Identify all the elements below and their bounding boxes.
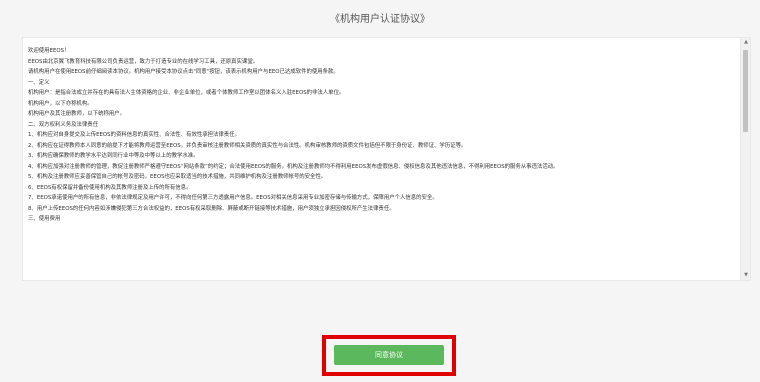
agreement-line: 欢迎使用EEOS！ <box>28 48 70 54</box>
agreement-line: 机构用户及其注册教师，以下统称用户。 <box>28 111 126 117</box>
agreement-line: 5、机构及注册教师应妥善保管自己的帐号及密码，EEOS也应采取适当的技术措施，共… <box>28 174 327 180</box>
scroll-up-arrow-icon[interactable]: ▲ <box>741 38 750 47</box>
agreement-line: 2、机构应在证得教师本人同意的前提下才能将教师运营至EEOS，并负责审核注册教师… <box>28 142 467 149</box>
page-title: 《机构用户认证协议》 <box>330 14 430 25</box>
agreement-line: 6、EEOS有权保留并备份使用机构及其教师注册及上传的所有信息。 <box>28 184 192 191</box>
agreement-line: 机构用户：是指合法成立并存在的具有法人主体资格的企业、非企业单位，或者个体教师工… <box>28 90 345 96</box>
agree-button[interactable]: 同意协议 <box>334 345 444 365</box>
agreement-line: 请机构用户在使用EEOS前仔细阅读本协议。机构用户接受本协议点击"同意"按钮，该… <box>28 69 339 75</box>
scroll-thumb[interactable] <box>743 50 748 132</box>
scroll-down-arrow-icon[interactable]: ▼ <box>741 271 750 280</box>
agreement-line: 1、机构应对自身提交及上传EEOS的资料信息的真实性、合法性、有效性承担法律责任… <box>28 132 240 138</box>
agreement-panel[interactable]: 欢迎使用EEOS！ EEOS由北京翼飞教育科技有限公司负责运营，致力于打造专业的… <box>22 37 751 281</box>
agreement-line: 3、机构应确保教师的教学水平达到同行业中等及中等以上的教学水准。 <box>28 153 199 159</box>
agreement-line: 8、用户上传EEOS的任何内容如涉嫌侵犯第三方合法权益的，EEOS有权采取删除、… <box>28 205 395 212</box>
agreement-line: 7、EEOS承诺使用户的所有信息，非依法律规定及用户许可，不得向任何第三方透露用… <box>28 195 438 201</box>
agreement-line: 4、机构应加强对注册教师的管理，教促注册教师严格遵守EEOS“网站条款”的约定；… <box>28 163 559 170</box>
agreement-line: 二、双方权利义务及法律责任 <box>28 121 99 128</box>
agreement-line: EEOS由北京翼飞教育科技有限公司负责运营，致力于打造专业的在线学习工具，还原真… <box>28 58 259 65</box>
vertical-scrollbar[interactable]: ▲ ▼ <box>740 38 750 280</box>
agreement-line: 一、定义 <box>28 79 50 86</box>
agreement-line: 机构用户，以下亦称机构。 <box>28 100 93 107</box>
agreement-text: 欢迎使用EEOS！ EEOS由北京翼飞教育科技有限公司负责运营，致力于打造专业的… <box>23 38 738 280</box>
agreement-line: 三、使用费用 <box>28 216 61 222</box>
